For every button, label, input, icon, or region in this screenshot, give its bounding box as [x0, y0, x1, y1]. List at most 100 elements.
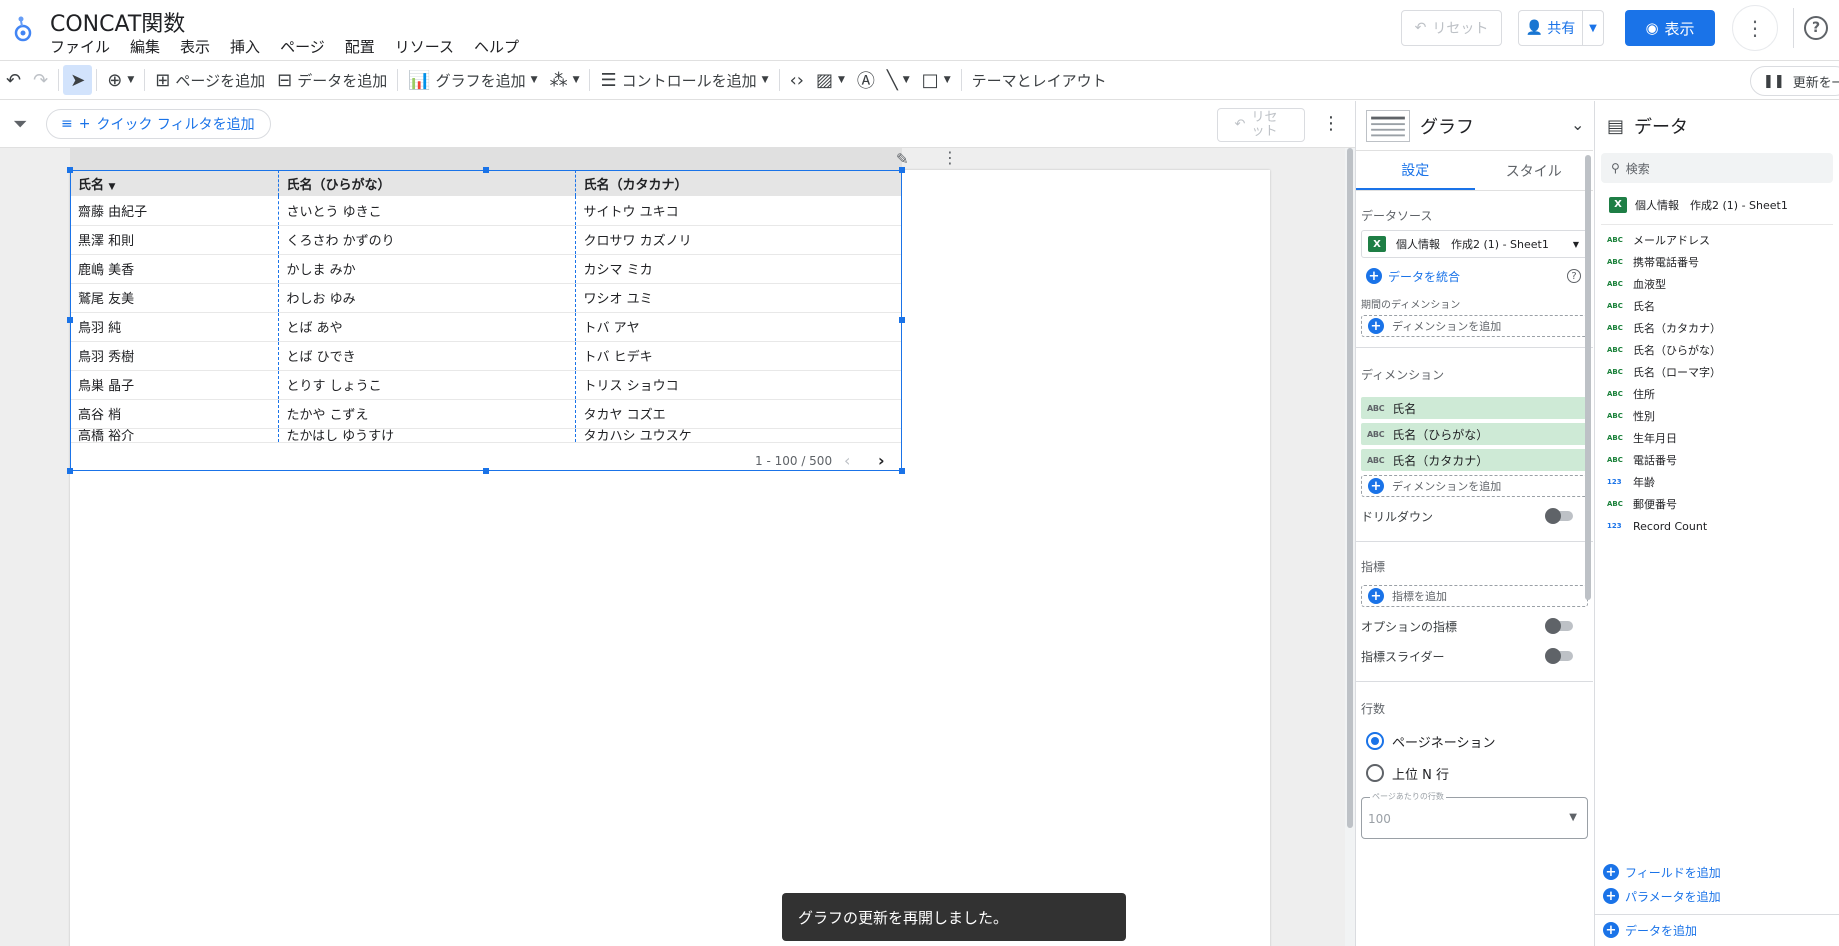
chevron-down-icon[interactable]: ⌄: [1571, 115, 1584, 134]
help-icon[interactable]: ?: [1804, 16, 1828, 40]
view-button[interactable]: ◉ 表示: [1625, 10, 1715, 46]
tab-style[interactable]: スタイル: [1475, 151, 1594, 190]
edit-pencil-icon[interactable]: ✎: [896, 150, 909, 168]
rows-per-page-select[interactable]: ページあたりの行数 100 ▼: [1361, 791, 1588, 839]
field-item[interactable]: ABC 郵便番号: [1595, 493, 1839, 515]
field-item[interactable]: ABC 性別: [1595, 405, 1839, 427]
filter-reset-button[interactable]: ↶ リセ ット: [1217, 108, 1305, 142]
metric-slider-toggle[interactable]: [1545, 648, 1573, 664]
menu-insert[interactable]: 挿入: [230, 36, 260, 57]
optional-metrics-toggle[interactable]: [1545, 618, 1573, 634]
reset-button[interactable]: ↶ リセット: [1401, 10, 1502, 46]
community-viz-button[interactable]: ⁂ ▼: [544, 65, 586, 95]
field-search-input[interactable]: ⚲ 検索: [1601, 153, 1833, 183]
menu-view[interactable]: 表示: [180, 36, 210, 57]
add-page-button[interactable]: ⊞ ページを追加: [149, 65, 271, 95]
chart-more-icon[interactable]: ⋮: [942, 148, 958, 167]
canvas-scrollbar[interactable]: [1345, 148, 1355, 946]
text-box-icon[interactable]: Ⓐ: [851, 65, 881, 95]
menu-resource[interactable]: リソース: [395, 36, 454, 57]
shape-button[interactable]: □ ▼: [916, 65, 957, 95]
embed-url-icon[interactable]: ‹›: [784, 65, 810, 95]
menu-edit[interactable]: 編集: [130, 36, 160, 57]
datasource-select[interactable]: X 個人情報 作成2 (1) - Sheet1 ▼: [1361, 230, 1588, 258]
field-item[interactable]: ABC 氏名（ローマ字）: [1595, 361, 1839, 383]
line-button[interactable]: ╲ ▼: [881, 65, 916, 95]
properties-header[interactable]: グラフ ⌄: [1356, 101, 1593, 151]
share-dropdown-icon[interactable]: ▼: [1583, 23, 1603, 34]
dimension-chip[interactable]: ABC 氏名（カタカナ）: [1361, 449, 1588, 471]
image-button[interactable]: ▨ ▼: [810, 65, 851, 95]
add-metric-button[interactable]: + 指標を追加: [1361, 585, 1588, 607]
resize-handle[interactable]: [67, 167, 73, 173]
resize-handle[interactable]: [899, 468, 905, 474]
add-data-footer-button[interactable]: + データを追加: [1595, 915, 1839, 945]
undo-icon[interactable]: ↶: [0, 65, 27, 95]
table-header-katakana[interactable]: 氏名（カタカナ）: [575, 170, 902, 196]
add-period-dimension-button[interactable]: + ディメンションを追加: [1361, 315, 1588, 337]
field-item[interactable]: ABC 電話番号: [1595, 449, 1839, 471]
field-item[interactable]: ABC 血液型: [1595, 273, 1839, 295]
table-row[interactable]: 鳥羽 純とば あや トバ アヤ: [70, 312, 902, 342]
refresh-pause-button[interactable]: ❚❚ 更新を一: [1750, 66, 1839, 96]
scrollbar-thumb[interactable]: [1347, 148, 1353, 828]
data-source-item[interactable]: X 個人情報 作成2 (1) - Sheet1: [1601, 185, 1833, 225]
table-row[interactable]: 高谷 梢たかや こずえ タカヤ コズエ: [70, 399, 902, 429]
report-title[interactable]: CONCAT関数: [50, 6, 185, 38]
tab-setup[interactable]: 設定: [1356, 151, 1475, 190]
redo-icon[interactable]: ↷: [27, 65, 54, 95]
add-chart-button[interactable]: 📊 グラフを追加 ▼: [402, 65, 543, 95]
next-page-icon[interactable]: ›: [878, 451, 885, 470]
top-n-radio[interactable]: [1366, 764, 1384, 782]
field-item[interactable]: ABC 氏名: [1595, 295, 1839, 317]
dimension-chip[interactable]: ABC 氏名: [1361, 397, 1588, 419]
add-data-button[interactable]: ⊟ データを追加: [271, 65, 393, 95]
help-icon[interactable]: ?: [1567, 269, 1581, 283]
field-item[interactable]: ABC 携帯電話番号: [1595, 251, 1839, 273]
drilldown-toggle[interactable]: [1545, 508, 1573, 524]
share-main[interactable]: 👤 共有: [1519, 11, 1583, 45]
field-item[interactable]: ABC 氏名（ひらがな）: [1595, 339, 1839, 361]
table-header-name[interactable]: 氏名 ▼: [70, 170, 279, 196]
table-row[interactable]: 高橋 裕介 たかはし ゆうすけ タカハシ ユウスケ: [70, 428, 902, 443]
properties-scrollbar[interactable]: [1585, 155, 1591, 600]
resize-handle[interactable]: [899, 317, 905, 323]
filter-icon[interactable]: ⏷: [13, 114, 27, 135]
zoom-button[interactable]: ⊕ ▼: [101, 65, 140, 95]
add-dimension-button[interactable]: + ディメンションを追加: [1361, 475, 1588, 497]
table-row[interactable]: 鳥羽 秀樹 とば ひでき トバ ヒデキ: [70, 341, 902, 371]
add-control-button[interactable]: ☰ コントロールを追加 ▼: [594, 65, 774, 95]
more-options-icon[interactable]: ⋮: [1322, 113, 1340, 134]
table-row[interactable]: 鷲尾 友美 わしお ゆみ ワシオ ユミ: [70, 283, 902, 313]
more-options-icon[interactable]: ⋮: [1732, 5, 1778, 51]
resize-handle[interactable]: [483, 468, 489, 474]
pagination-radio[interactable]: [1366, 732, 1384, 750]
add-field-button[interactable]: + フィールドを追加: [1595, 860, 1839, 884]
field-item[interactable]: ABC メールアドレス: [1595, 229, 1839, 251]
menu-help[interactable]: ヘルプ: [474, 36, 519, 57]
theme-layout-button[interactable]: テーマとレイアウト: [966, 65, 1113, 95]
field-item[interactable]: ABC 生年月日: [1595, 427, 1839, 449]
field-item[interactable]: 123 Record Count: [1595, 515, 1839, 537]
resize-handle[interactable]: [67, 468, 73, 474]
dimension-chip[interactable]: ABC 氏名（ひらがな）: [1361, 423, 1588, 445]
table-row[interactable]: 齋藤 由紀子 さいとう ゆきこ サイトウ ユキコ: [70, 196, 902, 226]
pagination-radio-row[interactable]: ページネーション: [1356, 725, 1593, 757]
report-canvas[interactable]: ✎ ⋮ 氏名 ▼ 氏名（ひらがな） 氏名（カタカナ） 齋藤 由紀子 さいとう ゆき…: [0, 148, 1345, 946]
add-parameter-button[interactable]: + パラメータを追加: [1595, 884, 1839, 908]
looker-studio-logo-icon[interactable]: [14, 14, 36, 42]
field-item[interactable]: ABC 住所: [1595, 383, 1839, 405]
top-n-radio-row[interactable]: 上位 N 行: [1356, 757, 1593, 789]
blend-data-button[interactable]: + データを統合 ?: [1356, 264, 1593, 288]
resize-handle[interactable]: [67, 317, 73, 323]
select-pointer-icon[interactable]: ➤: [63, 65, 93, 95]
table-header-hiragana[interactable]: 氏名（ひらがな）: [278, 170, 576, 196]
table-row[interactable]: 鹿嶋 美香 かしま みか カシマ ミカ: [70, 254, 902, 284]
share-button[interactable]: 👤 共有 ▼: [1518, 10, 1604, 46]
table-row[interactable]: 鳥巣 晶子 とりす しょうこ トリス ショウコ: [70, 370, 902, 400]
menu-page[interactable]: ページ: [280, 36, 325, 57]
field-item[interactable]: ABC 氏名（カタカナ）: [1595, 317, 1839, 339]
resize-handle[interactable]: [899, 167, 905, 173]
field-item[interactable]: 123 年齢: [1595, 471, 1839, 493]
menu-file[interactable]: ファイル: [50, 36, 110, 57]
